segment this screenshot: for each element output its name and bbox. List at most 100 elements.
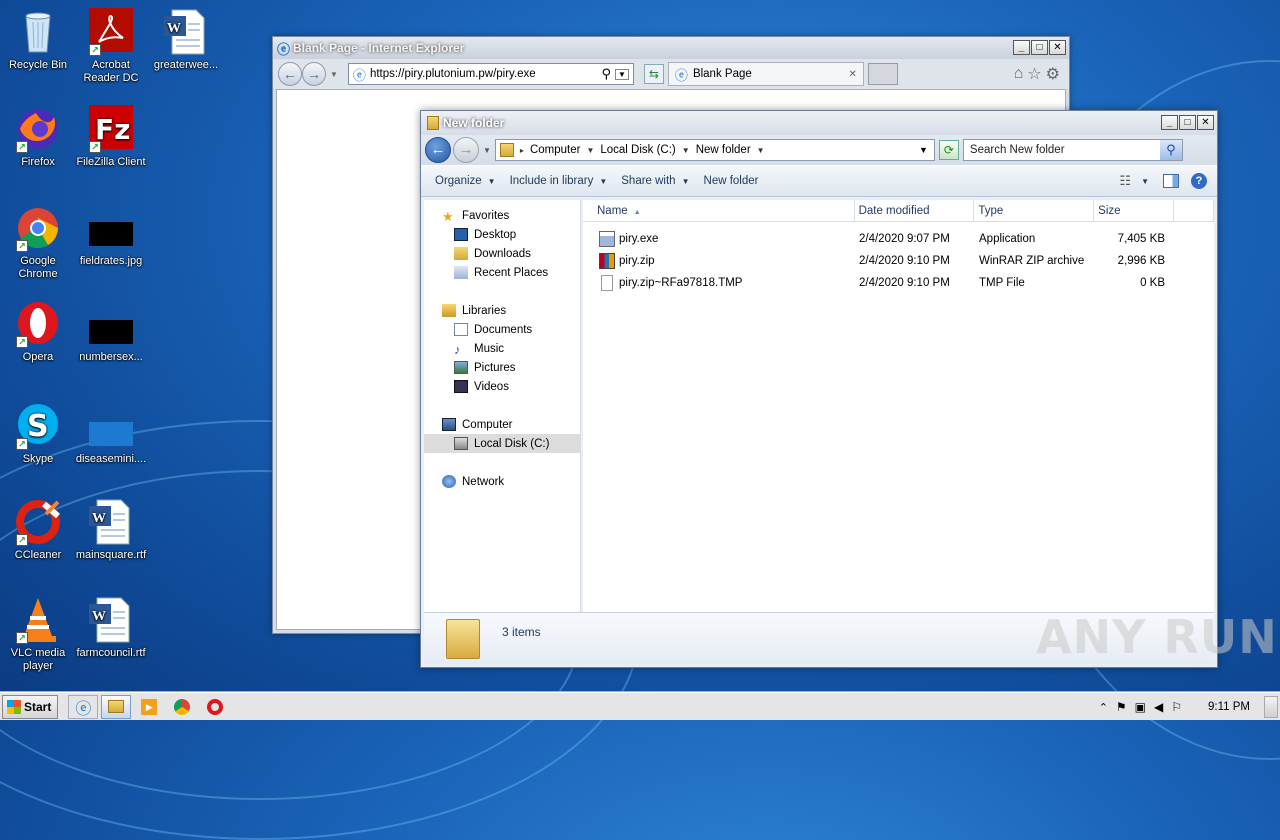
compatibility-view-icon[interactable]: ⇆ [643,64,664,84]
close-button[interactable]: ✕ [1197,115,1214,130]
address-dropdown-icon[interactable]: ▼ [919,145,928,155]
ie-address-bar[interactable]: ⓔ https://piry.plutonium.pw/piry.exe ⚲ ▼ [347,63,634,85]
taskbar-opera-button[interactable] [200,695,230,719]
explorer-titlebar[interactable]: New folder [421,111,1217,135]
shortcut-arrow-icon: ↗ [16,438,28,450]
chevron-right-icon[interactable]: ▸ [520,146,524,155]
breadcrumb[interactable]: ▸ Computer ▼ Local Disk (C:) ▼ New folde… [494,139,935,161]
organize-button[interactable]: Organize ▼ [431,175,506,187]
nav-music[interactable]: ♪ Music [424,339,580,358]
desktop-icon-ccleaner[interactable]: ↗ CCleaner [0,498,76,562]
file-type: WinRAR ZIP archive [979,255,1085,267]
show-hidden-icons-icon[interactable]: ⌃ [1099,701,1108,714]
desktop-icon-numbers-file[interactable]: numbersex... [73,300,149,364]
chevron-down-icon[interactable]: ▼ [757,146,765,155]
close-button[interactable]: ✕ [1049,40,1066,55]
taskbar-chrome-button[interactable] [167,695,197,719]
new-tab-button[interactable] [867,63,898,85]
settings-gear-icon[interactable]: ⚙ [1046,64,1060,84]
maximize-button[interactable]: □ [1031,40,1048,55]
tab-close-icon[interactable]: ✕ [849,69,857,80]
nav-network[interactable]: Network [424,472,580,491]
action-center-icon[interactable]: ⚑ [1116,700,1127,714]
network-tray-icon[interactable]: ▣ [1135,700,1146,714]
volume-icon[interactable]: ◀ [1154,700,1163,714]
home-icon[interactable]: ⌂ [1014,65,1024,83]
file-row[interactable]: piry.exe 2/4/2020 9:07 PM Application 7,… [583,228,1214,250]
taskbar-media-player-button[interactable]: ▶ [134,695,164,719]
preview-pane-icon[interactable] [1163,174,1179,188]
breadcrumb-local-disk[interactable]: Local Disk (C:) [600,144,675,156]
explorer-window-title: New folder [443,116,505,130]
back-button[interactable]: ← [278,62,302,86]
desktop-icon-recycle-bin[interactable]: Recycle Bin [0,8,76,72]
minimize-button[interactable]: _ [1013,40,1030,55]
chevron-down-icon[interactable]: ▼ [586,146,594,155]
refresh-icon[interactable]: ⟳ [938,140,959,160]
share-with-button[interactable]: Share with ▼ [617,175,699,187]
column-type[interactable]: Type [974,200,1095,221]
word-document-icon: W [87,596,135,644]
taskbar-explorer-button[interactable] [101,694,132,719]
nav-desktop[interactable]: Desktop [424,225,580,244]
minimize-button[interactable]: _ [1161,115,1178,130]
ie-titlebar[interactable]: ⓔ Blank Page - Internet Explorer [273,37,1069,59]
nav-pictures[interactable]: Pictures [424,358,580,377]
help-icon[interactable]: ? [1191,173,1207,189]
search-icon[interactable]: ⚲ [1159,140,1182,160]
file-row[interactable]: piry.zip 2/4/2020 9:10 PM WinRAR ZIP arc… [583,250,1214,272]
column-size[interactable]: Size [1094,200,1175,221]
search-input[interactable]: Search New folder ⚲ [962,139,1183,161]
folder-large-icon [446,619,480,659]
breadcrumb-new-folder[interactable]: New folder [696,144,751,156]
desktop-icon-disease-file[interactable]: diseasemini.... [73,402,149,466]
clock[interactable]: 9:11 PM [1208,701,1250,713]
chevron-down-icon[interactable]: ▼ [1141,177,1149,186]
address-dropdown-icon[interactable]: ▼ [615,68,629,80]
taskbar-ie-button[interactable]: ⓔ [68,694,99,719]
file-row[interactable]: piry.zip~RFa97818.TMP 2/4/2020 9:10 PM T… [583,272,1214,294]
file-list[interactable]: Name ▲ Date modified Type Size piry.exe 2… [583,200,1214,614]
desktop-icon-skype[interactable]: S ↗ Skype [0,402,76,466]
nav-videos[interactable]: Videos [424,377,580,396]
desktop-icon-filezilla[interactable]: Fz ↗ FileZilla Client [73,105,149,169]
desktop-icon-vlc[interactable]: ↗ VLC media player [0,596,76,673]
forward-button[interactable]: → [302,62,326,86]
explorer-window[interactable]: New folder _ □ ✕ ← → ▼ ▸ Computer ▼ Loca… [420,110,1218,668]
column-name[interactable]: Name ▲ [583,200,855,221]
nav-favorites[interactable]: ★ Favorites [424,206,580,225]
chevron-down-icon[interactable]: ▼ [682,146,690,155]
maximize-button[interactable]: □ [1179,115,1196,130]
nav-computer[interactable]: Computer [424,415,580,434]
ie-tab-blank-page[interactable]: ⓔ Blank Page ✕ [667,62,864,86]
ie-icon: ⓔ [75,700,92,718]
nav-local-disk[interactable]: Local Disk (C:) [424,434,580,453]
flag-icon[interactable]: ⚐ [1171,700,1182,714]
column-date[interactable]: Date modified [855,200,975,221]
desktop-icon-firefox[interactable]: ↗ Firefox [0,105,76,169]
desktop-icon-mainsquare-rtf[interactable]: W mainsquare.rtf [73,498,149,562]
start-button[interactable]: Start [2,694,59,719]
desktop-icon-acrobat[interactable]: ↗ Acrobat Reader DC [73,8,149,85]
recent-locations-dropdown-icon[interactable]: ▼ [483,146,491,155]
include-in-library-button[interactable]: Include in library ▼ [506,175,618,187]
back-button[interactable]: ← [425,137,451,163]
favorites-star-icon[interactable]: ☆ [1027,64,1041,84]
desktop-icon-opera[interactable]: ↗ Opera [0,300,76,364]
desktop-icon-jpg-file[interactable]: fieldrates.jpg [73,204,149,268]
forward-button[interactable]: → [453,137,479,163]
desktop-icon-farmcouncil-rtf[interactable]: W farmcouncil.rtf [73,596,149,660]
nav-recent-places[interactable]: Recent Places [424,263,580,282]
new-folder-button[interactable]: New folder [700,175,769,187]
explorer-window-controls: _ □ ✕ [1161,115,1214,130]
breadcrumb-computer[interactable]: Computer [530,144,581,156]
desktop-icon-chrome[interactable]: ↗ Google Chrome [0,204,76,281]
nav-downloads[interactable]: Downloads [424,244,580,263]
show-desktop-button[interactable] [1264,696,1278,718]
search-icon[interactable]: ⚲ [601,66,611,82]
view-options-icon[interactable]: ☷ [1119,173,1131,189]
nav-libraries[interactable]: Libraries [424,301,580,320]
desktop-icon-word-doc[interactable]: W greaterwee... [148,8,224,72]
nav-documents[interactable]: Documents [424,320,580,339]
recent-pages-dropdown-icon[interactable]: ▼ [330,70,338,79]
